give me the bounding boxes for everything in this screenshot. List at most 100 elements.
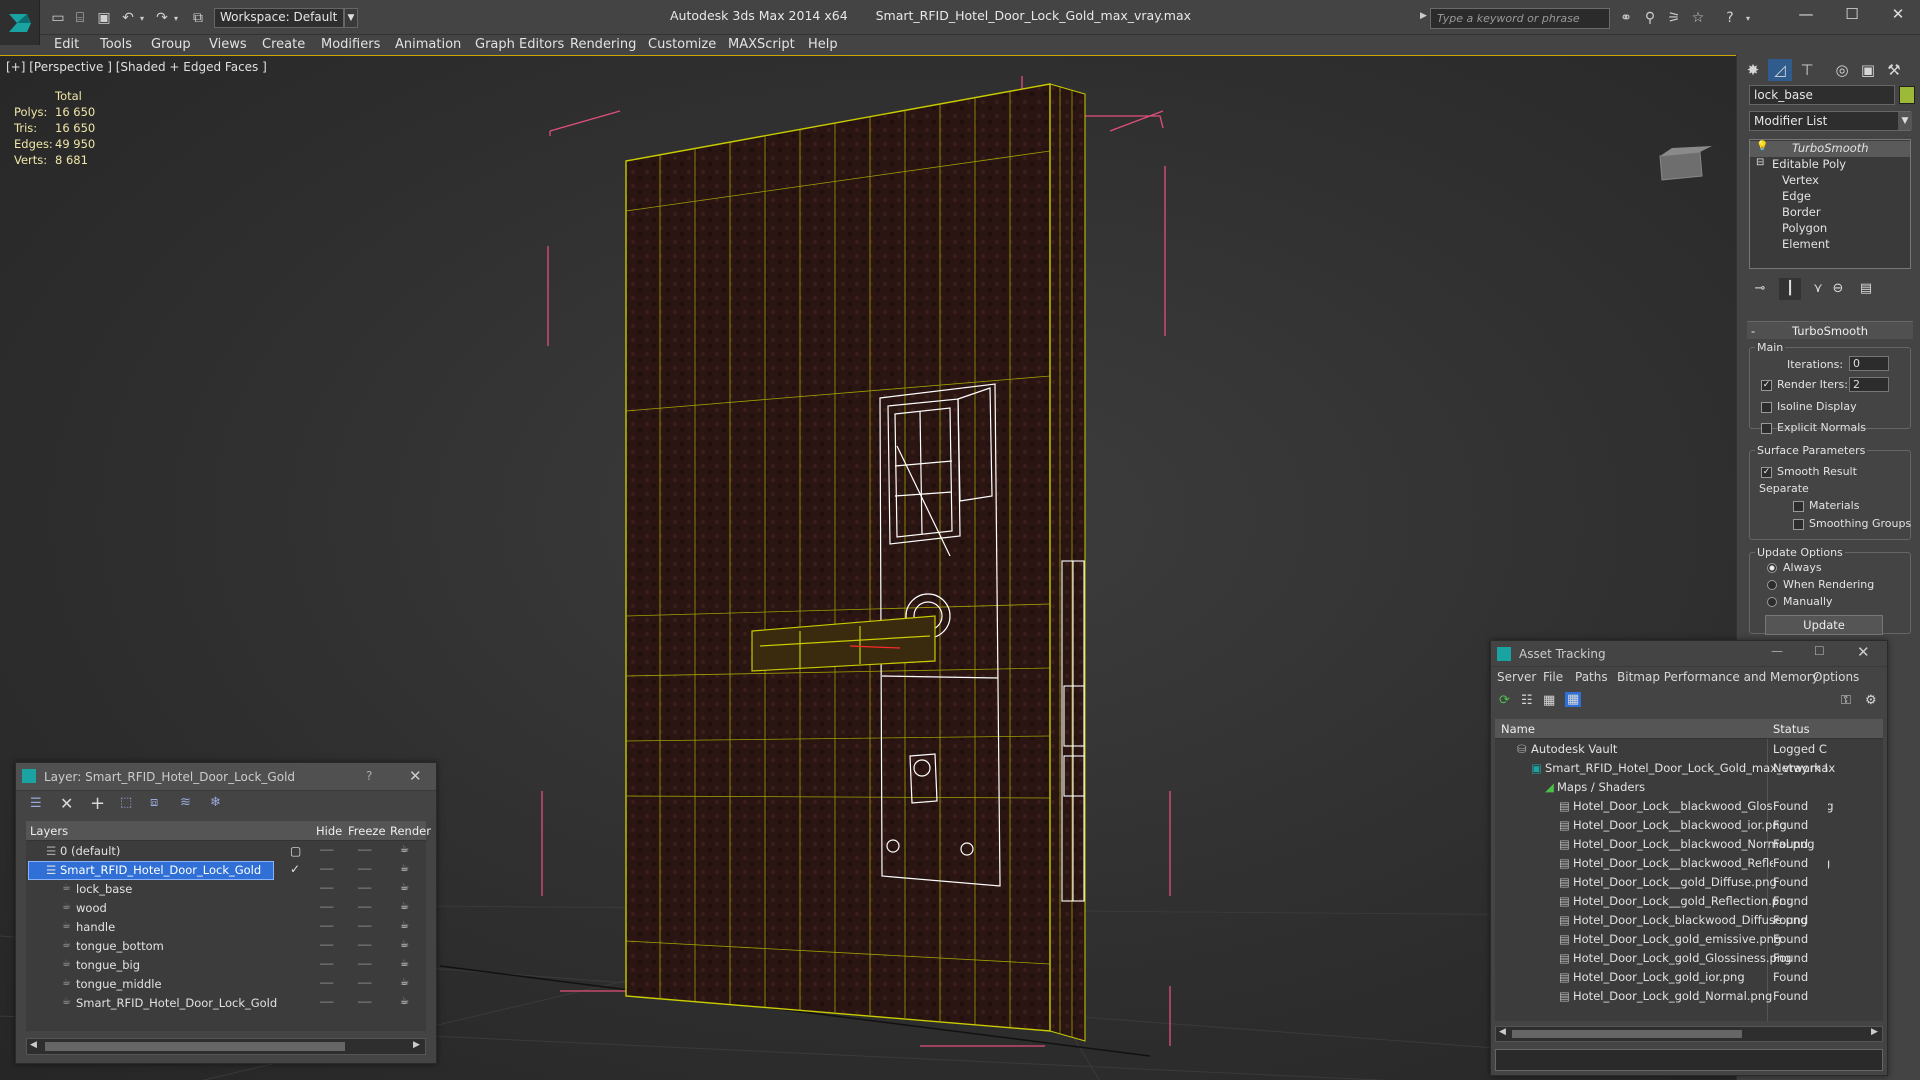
scroll-right-icon[interactable]: ▶ [1871,1027,1878,1037]
remove-modifier-icon[interactable]: ⊖ [1827,278,1849,300]
asset-menu-server[interactable]: Server [1497,670,1536,684]
open-file-icon[interactable]: ⌸ [70,9,90,27]
table-row[interactable]: ▤ Hotel_Door_Lock_blackwood_Diffuse.png … [1495,911,1883,930]
object-name-field[interactable]: lock_base [1749,85,1895,105]
highlight-layer-icon[interactable]: ⧈ [150,795,158,810]
hide-toggle[interactable]: ── [320,920,333,933]
asset-horizontal-scrollbar[interactable]: ◀ ▶ [1495,1026,1883,1042]
current-layer-box-icon[interactable]: ▢ [290,844,301,858]
scroll-thumb[interactable] [45,1042,345,1051]
modifier-list-dropdown[interactable]: Modifier List [1749,111,1911,131]
object-color-swatch[interactable] [1899,86,1915,104]
table-row[interactable]: ☕ tongue_middle ── ── ☕ [26,975,426,994]
menu-group[interactable]: Group [151,35,191,55]
table-row[interactable]: ☕ Smart_RFID_Hotel_Door_Lock_Gold ── ── … [26,994,426,1013]
project-folder-icon[interactable]: ⧉ [188,9,208,27]
col-layers[interactable]: Layers [30,824,68,838]
modify-tab-icon[interactable]: ◿ [1768,59,1792,81]
favorites-star-icon[interactable]: ☆ [1688,9,1708,27]
freeze-toggle[interactable]: ── [358,863,371,876]
add-to-layer-icon[interactable]: + [90,793,105,814]
table-row[interactable]: ☕ handle ── ── ☕ [26,918,426,937]
table-row[interactable]: ☰ Smart_RFID_Hotel_Door_Lock_Gold ✓ ── ─… [26,861,426,880]
table-row[interactable]: ⛁ Autodesk Vault Logged C [1495,740,1883,759]
table-row[interactable]: ▤ Hotel_Door_Lock__blackwood_Normal.png … [1495,835,1883,854]
layer-help-button[interactable]: ? [366,769,372,783]
maximize-button[interactable]: ☐ [1832,5,1872,27]
menu-tools[interactable]: Tools [100,35,132,55]
freeze-toggle[interactable]: ── [358,920,371,933]
table-row[interactable]: ▤ Hotel_Door_Lock__gold_Diffuse.png Foun… [1495,873,1883,892]
freeze-all-layers-icon[interactable]: ❄ [210,795,221,810]
help-icon[interactable]: ? [1720,9,1740,27]
render-teapot-icon[interactable]: ☕ [400,920,409,931]
stack-item-editable-poly[interactable]: ⊟ Editable Poly [1750,157,1910,173]
freeze-toggle[interactable]: ── [358,996,371,1009]
table-row[interactable]: ☕ tongue_big ── ── ☕ [26,956,426,975]
minimize-button[interactable]: — [1786,5,1826,27]
layer-panel-titlebar[interactable]: Layer: Smart_RFID_Hotel_Door_Lock_Gold ?… [16,763,436,791]
stack-sub-edge[interactable]: Edge [1750,189,1910,205]
menu-graph-editors[interactable]: Graph Editors [475,35,564,55]
table-row[interactable]: ☕ wood ── ── ☕ [26,899,426,918]
menu-animation[interactable]: Animation [395,35,461,55]
menu-help[interactable]: Help [808,35,838,55]
scroll-thumb[interactable] [1512,1030,1742,1038]
workspace-dropdown[interactable]: Workspace: Default [214,8,344,28]
table-row[interactable]: ☕ lock_base ── ── ☕ [26,880,426,899]
isoline-checkbox[interactable] [1761,402,1772,413]
table-row[interactable]: ▤ Hotel_Door_Lock__blackwood_Glossiness.… [1495,797,1883,816]
pin-stack-icon[interactable]: ⊸ [1749,278,1771,300]
menu-customize[interactable]: Customize [648,35,716,55]
when-rendering-radio[interactable] [1767,580,1777,590]
freeze-toggle[interactable]: ── [358,882,371,895]
menu-modifiers[interactable]: Modifiers [321,35,380,55]
scroll-left-icon[interactable]: ◀ [1499,1027,1506,1037]
list-view-icon[interactable]: ☷ [1521,693,1533,708]
asset-menu-options[interactable]: Options [1813,670,1859,684]
asset-menu-bitmap[interactable]: Bitmap Performance and Memory [1617,670,1819,684]
asset-path-field[interactable] [1495,1049,1883,1071]
undo-dropdown-icon[interactable]: ▾ [132,9,152,27]
layer-horizontal-scrollbar[interactable]: ◀ ▶ [26,1038,426,1055]
freeze-toggle[interactable]: ── [358,958,371,971]
app-logo-icon[interactable] [0,0,40,45]
refresh-icon[interactable]: ⟳ [1499,693,1510,708]
modifier-list-arrow-icon[interactable]: ▼ [1898,112,1912,130]
new-file-icon[interactable]: ▭ [48,9,68,27]
menu-views[interactable]: Views [209,35,247,55]
asset-close-button[interactable]: ✕ [1857,643,1870,661]
turbosmooth-rollout-header[interactable]: - TurboSmooth [1747,321,1913,339]
workspace-arrow-icon[interactable]: ▼ [344,8,358,28]
explicit-normals-checkbox[interactable] [1761,423,1772,434]
hide-toggle[interactable]: ── [320,844,333,857]
table-view-icon[interactable]: ▦ [1543,693,1555,708]
display-tab-icon[interactable]: ▣ [1856,59,1880,81]
manually-radio[interactable] [1767,597,1777,607]
render-teapot-icon[interactable]: ☕ [400,901,409,912]
smooth-result-checkbox[interactable]: ✓ [1761,467,1772,478]
hide-toggle[interactable]: ── [320,996,333,1009]
table-row[interactable]: ▤ Hotel_Door_Lock__blackwood_ior.png Fou… [1495,816,1883,835]
table-row[interactable]: ▤ Hotel_Door_Lock_gold_emissive.png Foun… [1495,930,1883,949]
stack-sub-polygon[interactable]: Polygon [1750,221,1910,237]
hide-toggle[interactable]: ── [320,977,333,990]
help-dropdown-icon[interactable]: ▾ [1738,9,1758,27]
communication-center-icon[interactable]: ⚞ [1664,9,1684,27]
table-row[interactable]: ▤ Hotel_Door_Lock__blackwood_Reflection.… [1495,854,1883,873]
freeze-toggle[interactable]: ── [358,939,371,952]
table-row[interactable]: ▤ Hotel_Door_Lock_gold_Glossiness.png Fo… [1495,949,1883,968]
col-hide[interactable]: Hide [316,824,342,838]
render-teapot-icon[interactable]: ☕ [400,996,409,1007]
close-button[interactable]: ✕ [1878,5,1918,27]
render-teapot-icon[interactable]: ☕ [400,977,409,988]
menu-rendering[interactable]: Rendering [570,35,636,55]
update-button[interactable]: Update [1765,615,1883,635]
hide-toggle[interactable]: ── [320,901,333,914]
iterations-spinner[interactable]: 0 [1849,356,1889,371]
table-row[interactable]: ☰ 0 (default) ▢ ── ── ☕ [26,842,426,861]
show-end-result-icon[interactable]: ┃ [1779,278,1801,300]
render-iters-checkbox[interactable]: ✓ [1761,380,1772,391]
make-unique-icon[interactable]: ⋎ [1807,278,1829,300]
render-teapot-icon[interactable]: ☕ [400,882,409,893]
